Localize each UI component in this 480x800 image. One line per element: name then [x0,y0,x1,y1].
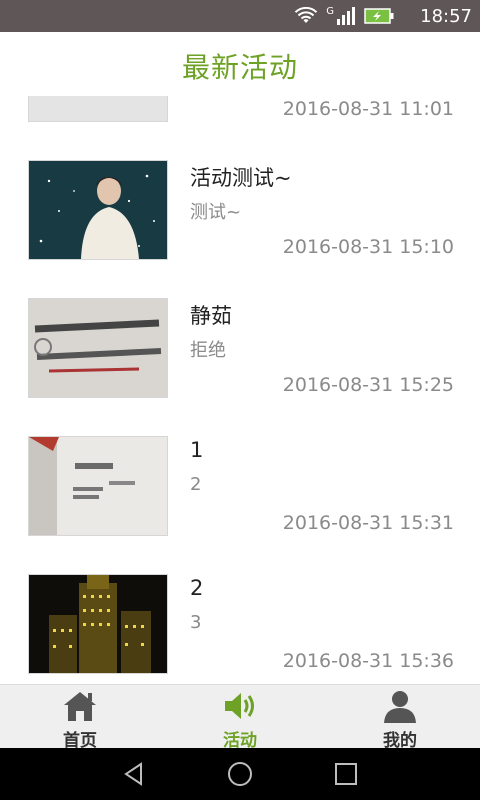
system-nav-bar [0,748,480,800]
activity-title: 活动测试~ [190,166,292,190]
status-icons: G [294,6,394,26]
recents-icon[interactable] [332,760,360,788]
activity-subtitle: 拒绝 [190,340,226,361]
list-item[interactable]: 2 3 2016-08-31 15:36 [0,554,480,684]
speaker-icon [225,693,254,719]
list-item[interactable]: 1 2 2016-08-31 15:31 [0,416,480,555]
signal-type-label: G [326,5,334,17]
tab-home[interactable]: 首页 [0,685,160,751]
activity-thumbnail [28,574,168,674]
home-circle-icon[interactable] [226,760,254,788]
home-icon [64,692,96,721]
activity-time: 2016-08-31 15:31 [282,512,454,534]
signal-icon [337,7,355,25]
activity-subtitle: 3 [190,612,202,633]
activity-thumbnail [28,160,168,260]
tab-activity[interactable]: 活动 [160,685,320,751]
activity-time: 2016-08-31 15:25 [282,374,454,396]
page-title: 最新活动 [181,51,298,84]
activity-title: 1 [190,438,204,462]
status-bar: G 18:57 [0,0,480,32]
activity-thumbnail [28,298,168,398]
user-icon [384,691,416,723]
tab-mine[interactable]: 我的 [320,685,480,751]
bottom-nav: 首页 活动 我的 [0,684,480,751]
activity-list[interactable]: 2016-08-31 11:01 活动测试~ 测试~ 2016-08-31 15… [0,96,480,684]
activity-subtitle: 2 [190,474,202,495]
wifi-icon [295,7,318,23]
list-item[interactable]: 静茹 拒绝 2016-08-31 15:25 [0,278,480,417]
activity-subtitle: 测试~ [190,202,242,223]
back-icon[interactable] [120,760,148,788]
list-item[interactable]: 活动测试~ 测试~ 2016-08-31 15:10 [0,140,480,279]
activity-title: 2 [190,576,204,600]
activity-thumbnail [28,436,168,536]
status-time: 18:57 [420,6,472,27]
battery-charging-icon [364,8,394,24]
activity-thumbnail [28,96,168,122]
activity-time: 2016-08-31 15:36 [282,650,454,672]
list-item[interactable]: 2016-08-31 11:01 [0,96,480,141]
activity-time: 2016-08-31 15:10 [282,236,454,258]
activity-time: 2016-08-31 11:01 [282,98,454,120]
app-header: 最新活动 [0,32,480,96]
activity-title: 静茹 [190,304,232,328]
